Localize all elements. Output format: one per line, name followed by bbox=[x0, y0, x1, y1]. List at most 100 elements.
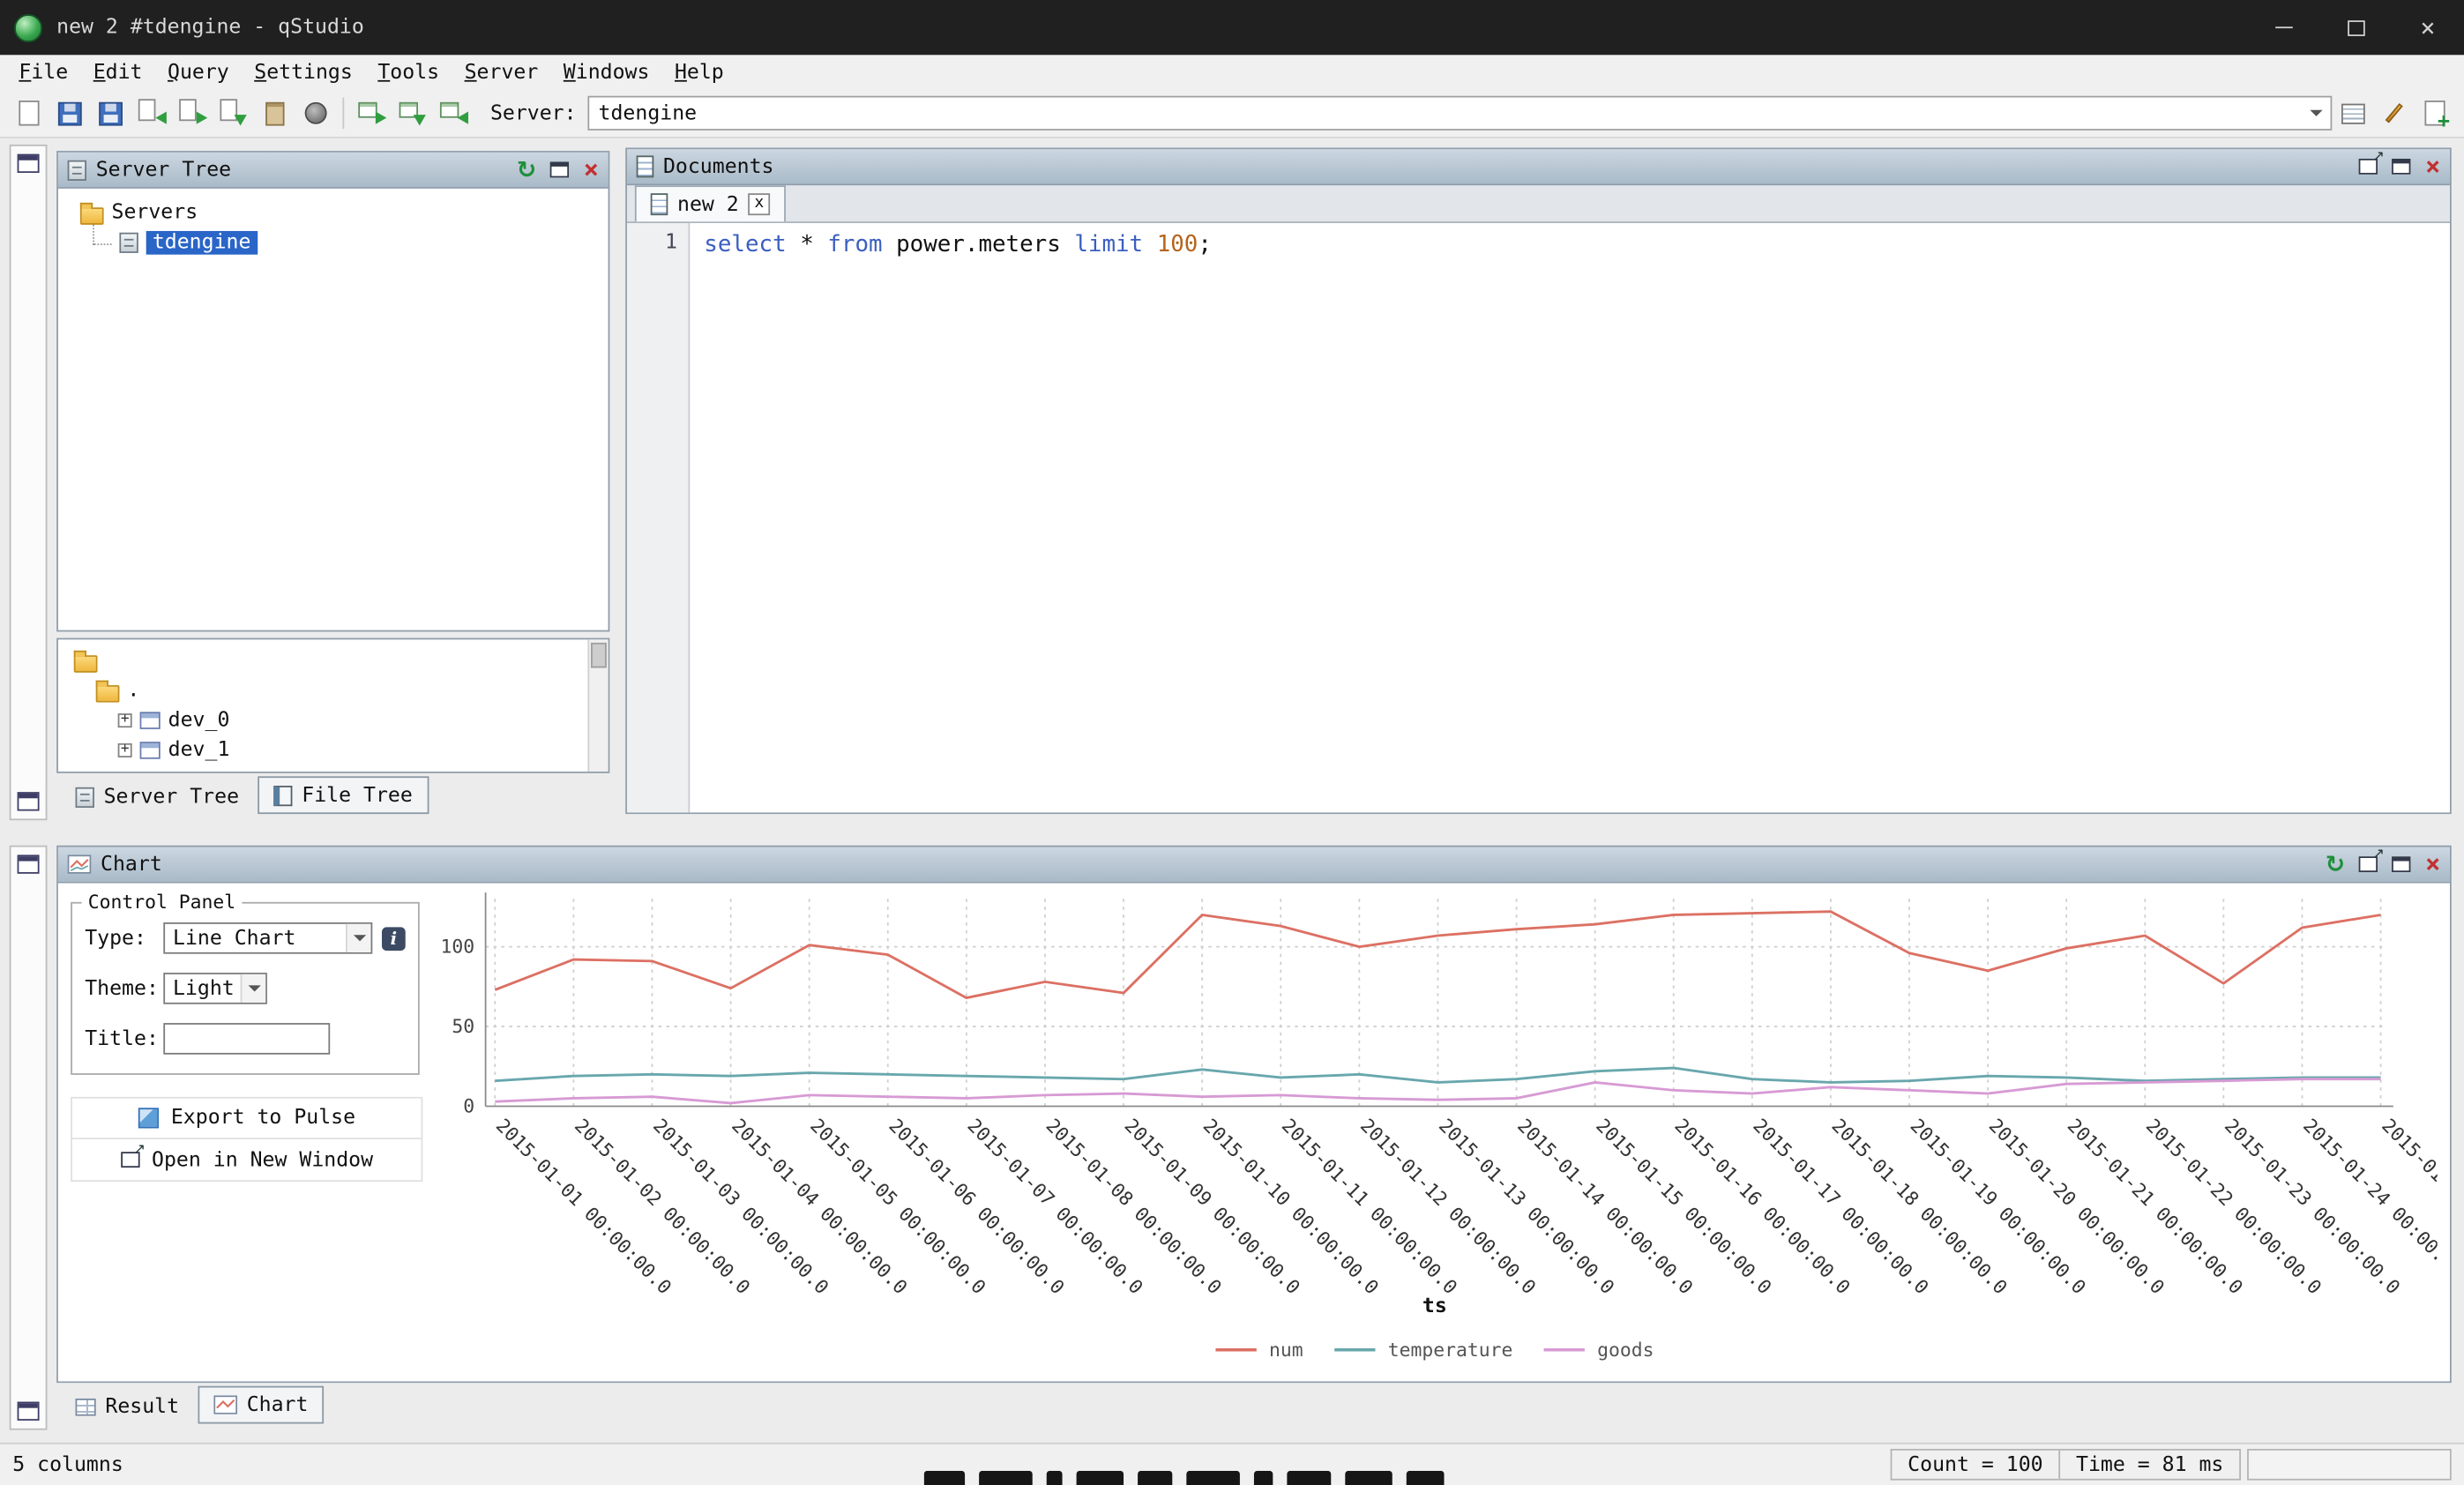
export-to-pulse-button[interactable]: Export to Pulse bbox=[71, 1097, 422, 1139]
chart-title: Chart bbox=[101, 853, 162, 877]
menu-file[interactable]: File bbox=[6, 59, 80, 86]
menu-tools[interactable]: Tools bbox=[365, 59, 452, 86]
stop-query-button[interactable] bbox=[295, 93, 335, 133]
refresh-query-button[interactable] bbox=[434, 93, 474, 133]
dock-handle-icon[interactable] bbox=[18, 792, 40, 810]
folder-icon bbox=[96, 684, 120, 702]
tab-server-tree[interactable]: Server Tree bbox=[60, 780, 255, 814]
folder-icon bbox=[80, 206, 104, 224]
chart-header: Chart ↻ × bbox=[58, 847, 2450, 884]
add-document-icon bbox=[2424, 101, 2445, 126]
legend-label-goods[interactable]: goods bbox=[1597, 1339, 1654, 1362]
maximize-panel-icon[interactable] bbox=[550, 162, 569, 178]
tree-row-tdengine[interactable]: tdengine bbox=[64, 228, 601, 257]
open-in-new-window-icon[interactable] bbox=[2359, 856, 2378, 872]
document-tab-bar: new 2 x bbox=[627, 185, 2450, 223]
menu-edit[interactable]: Edit bbox=[80, 59, 154, 86]
chart-content: Control Panel Type: Line Chart i bbox=[58, 883, 2450, 1381]
tdengine-server-label[interactable]: tdengine bbox=[146, 231, 258, 255]
table-icon bbox=[140, 742, 161, 759]
server-tree-header: Server Tree ↻ × bbox=[58, 153, 609, 189]
close-panel-icon[interactable]: × bbox=[584, 157, 599, 183]
close-button[interactable]: × bbox=[2392, 0, 2464, 55]
horizontal-splitter[interactable] bbox=[0, 824, 2464, 840]
y-axis-label: 50 bbox=[452, 1016, 474, 1038]
menubar: FileEditQuerySettingsToolsServerWindowsH… bbox=[0, 55, 2464, 89]
server-tree-tab-icon bbox=[76, 787, 94, 807]
left-tab-bar: Server Tree File Tree bbox=[56, 773, 609, 814]
expand-icon[interactable]: + bbox=[118, 713, 132, 728]
menu-server[interactable]: Server bbox=[452, 59, 550, 86]
clipboard-icon bbox=[265, 101, 283, 125]
sql-token bbox=[1143, 233, 1157, 258]
table-arrow-right-icon bbox=[356, 99, 386, 127]
dock-handle-icon[interactable] bbox=[18, 854, 40, 873]
tree-row-root-folder[interactable] bbox=[68, 645, 583, 675]
left-dock-strip-bottom bbox=[10, 846, 48, 1430]
tab-chart[interactable]: Chart bbox=[198, 1386, 324, 1424]
maximize-panel-icon[interactable] bbox=[2393, 159, 2411, 175]
previous-document-button[interactable] bbox=[132, 93, 172, 133]
pencil-icon bbox=[2386, 103, 2403, 123]
paste-button[interactable] bbox=[255, 93, 295, 133]
menu-settings[interactable]: Settings bbox=[242, 59, 365, 86]
menu-windows[interactable]: Windows bbox=[551, 59, 662, 86]
scrollbar-thumb[interactable] bbox=[591, 643, 607, 668]
info-icon[interactable]: i bbox=[382, 926, 406, 950]
legend-label-num[interactable]: num bbox=[1269, 1339, 1303, 1362]
chart-theme-select[interactable]: Light bbox=[163, 973, 267, 1004]
refresh-icon[interactable]: ↻ bbox=[517, 158, 536, 182]
save-button[interactable] bbox=[50, 93, 90, 133]
run-line-button[interactable] bbox=[392, 93, 432, 133]
add-server-button[interactable] bbox=[2415, 93, 2455, 133]
code-area[interactable]: select * from power.meters limit 100; bbox=[690, 223, 2450, 812]
chart-type-select[interactable]: Line Chart bbox=[163, 922, 372, 954]
legend-label-temperature[interactable]: temperature bbox=[1388, 1339, 1513, 1362]
server-select[interactable]: tdengine bbox=[587, 96, 2332, 131]
minimize-button[interactable] bbox=[2247, 0, 2319, 55]
next-document-button[interactable] bbox=[173, 93, 213, 133]
tab-result[interactable]: Result bbox=[60, 1389, 195, 1423]
tree-row-servers[interactable]: Servers bbox=[64, 198, 601, 228]
title-bar: new 2 #tdengine - qStudio × bbox=[0, 0, 2464, 55]
documents-panel: Documents × new 2 x bbox=[625, 148, 2452, 815]
close-panel-icon[interactable]: × bbox=[2425, 852, 2440, 877]
chart-title-input[interactable] bbox=[163, 1023, 330, 1055]
open-in-new-window-button[interactable]: Open in New Window bbox=[71, 1139, 422, 1182]
open-in-new-window-icon[interactable] bbox=[2359, 159, 2378, 175]
title-label: Title: bbox=[85, 1027, 163, 1051]
background-window-artifact bbox=[924, 1471, 1445, 1485]
run-query-button[interactable] bbox=[352, 93, 392, 133]
maximize-button[interactable] bbox=[2319, 0, 2392, 55]
server-select-arrow[interactable] bbox=[2302, 97, 2330, 129]
close-tab-button[interactable]: x bbox=[748, 193, 770, 215]
chart-control-column: Control Panel Type: Line Chart i bbox=[58, 883, 426, 1381]
table-label: dev_0 bbox=[168, 709, 230, 733]
expand-icon[interactable]: + bbox=[118, 743, 132, 757]
status-count: Count = 100 bbox=[1891, 1449, 2059, 1481]
tab-new-2[interactable]: new 2 x bbox=[635, 185, 786, 221]
maximize-panel-icon[interactable] bbox=[2393, 856, 2411, 872]
open-document-button[interactable] bbox=[213, 93, 253, 133]
dock-handle-icon[interactable] bbox=[18, 1402, 40, 1421]
bottom-column: Chart ↻ × Control Panel bbox=[56, 846, 2452, 1433]
menu-query[interactable]: Query bbox=[155, 59, 242, 86]
show-console-button[interactable] bbox=[2333, 93, 2373, 133]
menu-help[interactable]: Help bbox=[662, 59, 736, 86]
save-as-button[interactable] bbox=[91, 93, 131, 133]
toolbar-separator bbox=[342, 97, 344, 129]
server-label: Server: bbox=[490, 101, 577, 125]
vertical-scrollbar[interactable] bbox=[587, 639, 608, 772]
file-tree-tab-icon bbox=[273, 785, 292, 805]
edit-server-button[interactable] bbox=[2374, 93, 2414, 133]
tree-row-dev_0[interactable]: + dev_0 bbox=[68, 705, 583, 735]
dock-handle-icon[interactable] bbox=[18, 154, 40, 173]
tree-row-dot[interactable]: . bbox=[68, 675, 583, 705]
line-chart: 0501002015-01-01 00:00:00.02015-01-02 00… bbox=[426, 883, 2438, 1377]
toolbar: Server: tdengine bbox=[0, 90, 2464, 138]
tab-file-tree[interactable]: File Tree bbox=[258, 776, 428, 814]
refresh-icon[interactable]: ↻ bbox=[2326, 853, 2345, 877]
tree-row-dev_1[interactable]: +dev_1 bbox=[68, 735, 583, 765]
close-panel-icon[interactable]: × bbox=[2425, 154, 2440, 180]
new-file-button[interactable] bbox=[10, 93, 49, 133]
